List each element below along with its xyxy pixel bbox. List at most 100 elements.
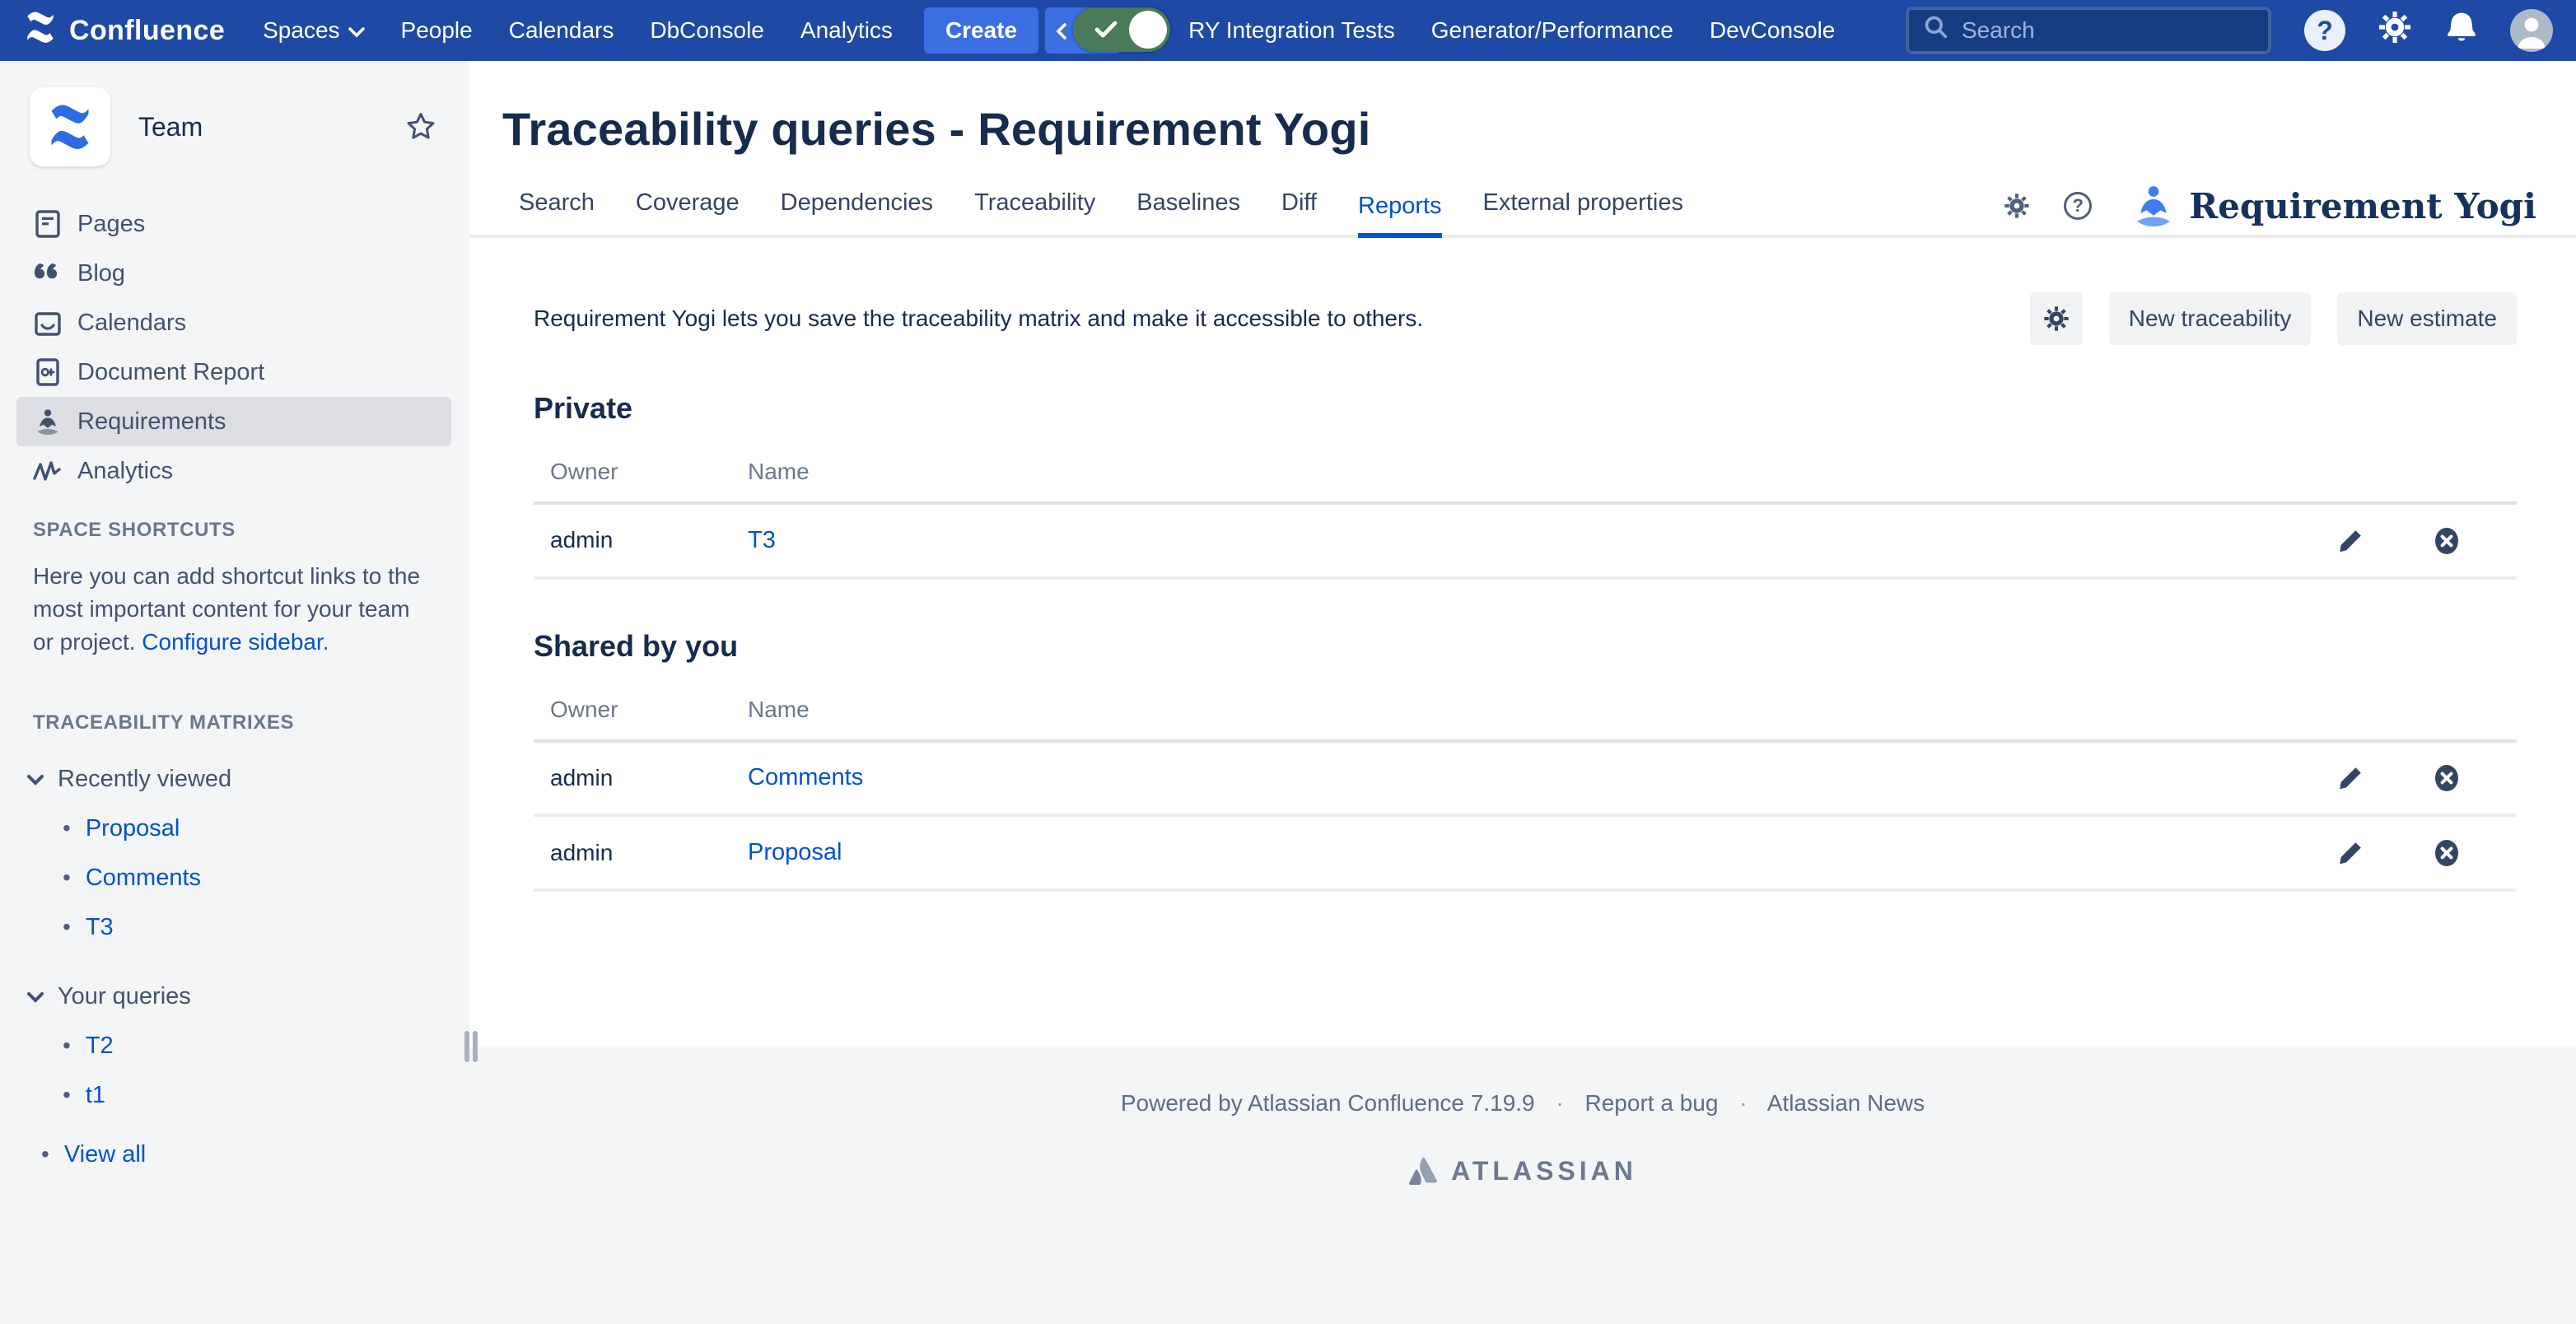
space-name: Team: [138, 112, 203, 142]
edit-button[interactable]: [2337, 765, 2364, 791]
sidebar-item-analytics[interactable]: Analytics: [16, 446, 451, 496]
nav-item-ry-integration-tests[interactable]: RY Integration Tests: [1170, 17, 1413, 44]
query-link[interactable]: Comments: [748, 764, 863, 790]
sidebar-item-requirements[interactable]: Requirements: [16, 397, 451, 446]
delete-button[interactable]: [2433, 839, 2461, 867]
tab-baselines[interactable]: Baselines: [1136, 189, 1240, 235]
nav-item-people[interactable]: People: [383, 17, 491, 44]
matrix-link[interactable]: t1: [86, 1082, 105, 1109]
matrix-link[interactable]: Proposal: [86, 815, 180, 842]
owner-cell: admin: [534, 741, 731, 816]
search-icon: [1924, 15, 1948, 46]
new-estimate-button[interactable]: New estimate: [2337, 292, 2517, 345]
nav-item-dbconsole[interactable]: DbConsole: [632, 17, 782, 44]
table-row: admin Comments: [534, 741, 2517, 816]
confluence-brand[interactable]: Confluence: [23, 10, 225, 51]
tab-coverage[interactable]: Coverage: [636, 189, 740, 235]
sidebar-item-pages[interactable]: Pages: [16, 199, 451, 249]
shared-table: Owner Name admin Comments: [534, 683, 2517, 892]
sidebar-resize-grip[interactable]: [464, 1031, 478, 1062]
tabs-row: Search Coverage Dependencies Traceabilit…: [469, 184, 2576, 238]
column-header-owner: Owner: [534, 683, 731, 741]
tab-dependencies[interactable]: Dependencies: [781, 189, 933, 235]
section-title-private: Private: [534, 391, 2517, 426]
user-avatar[interactable]: [2510, 9, 2553, 52]
matrix-link[interactable]: T3: [86, 914, 114, 941]
group-your-queries: Your queries • T2 • t1: [0, 972, 469, 1120]
check-icon: [1094, 21, 1118, 39]
top-navigation-bar: Confluence Spaces People Calendars DbCon…: [0, 0, 2576, 61]
matrix-link-comments: • Comments: [0, 853, 469, 902]
report-a-bug-link[interactable]: Report a bug: [1585, 1090, 1719, 1116]
tab-diff[interactable]: Diff: [1281, 189, 1317, 235]
nav-item-calendars[interactable]: Calendars: [491, 17, 632, 44]
sidebar-item-blog[interactable]: Blog: [16, 249, 451, 298]
yogi-icon: [2131, 184, 2176, 228]
owner-cell: admin: [534, 503, 731, 578]
help-button[interactable]: ?: [2064, 192, 2092, 220]
report-settings-button[interactable]: [2030, 292, 2083, 345]
powered-by-text: Powered by Atlassian Confluence 7.19.9: [1121, 1090, 1535, 1116]
chevron-left-icon: [1055, 16, 1068, 46]
tab-search[interactable]: Search: [519, 189, 595, 235]
matrix-link[interactable]: Comments: [86, 865, 201, 892]
tab-reports[interactable]: Reports: [1358, 193, 1442, 238]
notifications-button[interactable]: [2444, 10, 2479, 51]
query-link[interactable]: Proposal: [748, 839, 842, 865]
nav-item-analytics[interactable]: Analytics: [782, 17, 911, 44]
person-icon: [2510, 9, 2553, 52]
page-title: Traceability queries - Requirement Yogi: [502, 102, 2576, 156]
space-logo[interactable]: [30, 87, 110, 166]
table-row: admin T3: [534, 503, 2517, 578]
nav-item-devconsole[interactable]: DevConsole: [1692, 17, 1854, 44]
confluence-space-icon: [45, 102, 95, 152]
star-icon[interactable]: [405, 111, 436, 142]
help-button[interactable]: ?: [2304, 10, 2345, 51]
tab-traceability[interactable]: Traceability: [974, 189, 1095, 235]
requirement-yogi-logo: Requirement Yogi: [2131, 184, 2536, 228]
group-your-queries-toggle[interactable]: Your queries: [0, 972, 469, 1021]
extension-toggle-switch[interactable]: [1073, 7, 1170, 52]
atlassian-logo-text: ATLASSIAN: [1451, 1156, 1637, 1186]
matrix-link-t2: • T2: [0, 1021, 469, 1070]
toggle-knob: [1129, 11, 1167, 49]
nav-item-spaces[interactable]: Spaces: [245, 17, 382, 44]
description-text: Requirement Yogi lets you save the trace…: [534, 305, 1423, 332]
content-body: Requirement Yogi lets you save the trace…: [469, 292, 2576, 892]
delete-button[interactable]: [2433, 527, 2461, 555]
matrix-link[interactable]: T2: [86, 1033, 114, 1060]
query-link[interactable]: T3: [748, 527, 776, 553]
nav-item-generator-performance[interactable]: Generator/Performance: [1413, 17, 1692, 44]
delete-button[interactable]: [2433, 764, 2461, 792]
search-box[interactable]: [1906, 7, 2271, 54]
space-shortcuts-text: Here you can add shortcut links to the m…: [33, 560, 436, 659]
new-traceability-button[interactable]: New traceability: [2109, 292, 2312, 345]
page-header: Traceability queries - Requirement Yogi: [469, 61, 2576, 156]
sidebar-item-calendars[interactable]: Calendars: [16, 298, 451, 347]
column-header-name: Name: [731, 683, 2303, 741]
quote-icon: [33, 262, 63, 285]
edit-button[interactable]: [2337, 840, 2364, 866]
admin-settings-button[interactable]: [2377, 9, 2413, 52]
create-button[interactable]: Create: [924, 7, 1038, 54]
atlassian-news-link[interactable]: Atlassian News: [1767, 1090, 1925, 1116]
edit-button[interactable]: [2337, 528, 2364, 554]
chevron-down-icon: [348, 17, 365, 44]
topnav-right-group: ?: [1886, 7, 2553, 54]
configure-sidebar-link[interactable]: Configure sidebar: [142, 629, 322, 655]
matrix-link-t1: • t1: [0, 1070, 469, 1120]
confluence-logo-icon: [23, 10, 58, 51]
sidebar-item-document-report[interactable]: Document Report: [16, 347, 451, 397]
requirement-yogi-icon: [33, 408, 63, 436]
search-input[interactable]: [1962, 17, 2225, 44]
main-area: Traceability queries - Requirement Yogi …: [469, 61, 2576, 1324]
group-recently-viewed-toggle[interactable]: Recently viewed: [0, 754, 469, 804]
tab-external-properties[interactable]: External properties: [1483, 189, 1683, 235]
traceability-matrixes-header: TRACEABILITY MATRIXES: [33, 711, 469, 734]
table-row: admin Proposal: [534, 815, 2517, 890]
app-body: Team Pages Blog: [0, 61, 2576, 1324]
view-all-link[interactable]: View all: [64, 1141, 146, 1168]
settings-gear-button[interactable]: [2003, 192, 2031, 220]
chevron-down-icon: [26, 766, 44, 793]
calendar-icon: [33, 310, 63, 336]
